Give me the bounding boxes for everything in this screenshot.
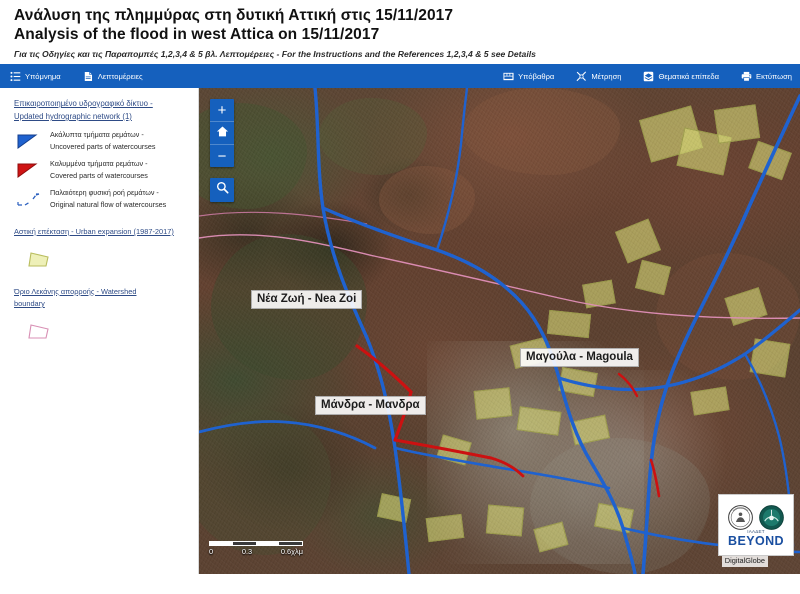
scale-bar-labels: 0 0.3 0.6χλμ — [209, 547, 303, 556]
map-viewport[interactable]: + − Νέα Ζωή - Nea Zoi Μαγούλα - Magoula — [199, 88, 800, 574]
pink-polygon-swatch-icon — [26, 320, 54, 342]
legend-section-urban-expansion: Αστική επέκταση - Urban expansion (1987-… — [14, 226, 190, 270]
map-label-magoula: Μαγούλα - Magoula — [520, 348, 639, 367]
toolbar-left-group: Υπόμνημα Λεπτομέρειες — [10, 64, 165, 88]
page-title-greek: Ανάλυση της πλημμύρας στη δυτική Αττική … — [14, 7, 454, 24]
scale-tick-0: 0 — [209, 547, 214, 556]
toolbar-button-print[interactable]: Εκτύπωση — [741, 71, 792, 82]
home-button[interactable] — [210, 121, 234, 144]
toolbar-button-details-label: Λεπτομέρειες — [97, 71, 143, 81]
watercourse-uncovered-line — [321, 206, 637, 574]
basemap-icon — [503, 71, 514, 82]
print-icon — [741, 71, 752, 82]
document-icon — [83, 70, 94, 82]
watercourse-uncovered-line — [313, 88, 411, 574]
toolbar-button-basemaps[interactable]: Υπόβαθρα — [503, 71, 554, 82]
map-label-nea-zoi: Νέα Ζωή - Nea Zoi — [251, 290, 363, 309]
map-scale-bar: 0 0.3 0.6χλμ — [209, 541, 303, 556]
measure-icon — [576, 71, 587, 82]
toolbar-button-thematic-layers[interactable]: Θεματικά επίπεδα — [643, 71, 719, 82]
blue-flag-swatch-icon — [16, 131, 42, 151]
home-icon — [216, 125, 229, 141]
legend-label-gr: Καλυμμένα τμήματα ρεμάτων - — [50, 159, 148, 168]
institution-seals — [727, 504, 785, 531]
map-vector-overlay — [199, 88, 800, 574]
legend-label-en: Original natural flow of watercourses — [50, 199, 167, 209]
legend-item-covered-watercourses: Καλυμμένα τμήματα ρεμάτων - Covered part… — [16, 158, 190, 181]
toolbar-button-measure-label: Μέτρηση — [591, 71, 622, 81]
legend-heading: Επικαιροποιημένο υδρογραφικό δίκτυο - Up… — [14, 97, 190, 123]
main-toolbar: Υπόμνημα Λεπτομέρειες Υπόβαθρα Μέτρηση Θ… — [0, 64, 800, 88]
flood-analysis-map-app: Ανάλυση της πλημμύρας στη δυτική Αττική … — [0, 0, 800, 594]
legend-label-en: Covered parts of watercourses — [50, 170, 148, 180]
watershed-title-line1: Όριο Λεκάνης απορροής - Watershed — [14, 286, 137, 296]
legend-item-original-natural-flow-text: Παλαιότερη φυσική ροή ρεμάτων - Original… — [50, 187, 166, 210]
map-attribution: DigitalGlobe — [721, 555, 768, 567]
toolbar-right-group: Υπόβαθρα Μέτρηση Θεματικά επίπεδα Εκτύπω… — [503, 64, 792, 88]
legend-heading-line1: Επικαιροποιημένο υδρογραφικό δίκτυο - — [14, 99, 153, 108]
legend-section-watershed-boundary-title: Όριο Λεκάνης απορροής - Watershed bounda… — [14, 286, 190, 311]
toolbar-button-basemaps-label: Υπόβαθρα — [518, 71, 555, 81]
legend-panel: Επικαιροποιημένο υδρογραφικό δίκτυο - Up… — [0, 88, 199, 574]
yellow-polygon-swatch-icon — [26, 248, 54, 270]
legend-list-icon — [10, 71, 21, 82]
toolbar-button-print-label: Εκτύπωση — [756, 71, 792, 81]
search-icon — [216, 181, 229, 199]
map-label-mandra: Μάνδρα - Μανδρα — [315, 396, 426, 415]
legend-item-covered-watercourses-text: Καλυμμένα τμήματα ρεμάτων - Covered part… — [50, 158, 148, 181]
legend-item-uncovered-watercourses-text: Ακάλυπτα τμήματα ρεμάτων - Uncovered par… — [50, 129, 155, 152]
page-title-english: Analysis of the flood in west Attica on … — [14, 26, 380, 43]
red-flag-swatch-icon — [16, 160, 42, 180]
noa-seal-icon — [727, 504, 754, 531]
watercourse-uncovered-line — [393, 446, 611, 490]
beyond-logo-box: ΙΑΑΔΕΤ BEYOND — [718, 494, 794, 556]
layers-icon — [643, 71, 654, 82]
page-header: Ανάλυση της πλημμύρας στη δυτική Αττική … — [0, 0, 800, 64]
beyond-wordmark: BEYOND — [728, 534, 784, 548]
legend-item-original-natural-flow: Παλαιότερη φυσική ροή ρεμάτων - Original… — [16, 187, 190, 210]
toolbar-button-details[interactable]: Λεπτομέρειες — [83, 70, 143, 82]
toolbar-button-legend-label: Υπόμνημα — [25, 71, 61, 81]
watercourse-covered-line — [393, 438, 493, 460]
legend-section-watershed-boundary: Όριο Λεκάνης απορροής - Watershed bounda… — [14, 286, 190, 342]
legend-label-gr: Παλαιότερη φυσική ροή ρεμάτων - — [50, 188, 159, 197]
toolbar-button-legend[interactable]: Υπόμνημα — [10, 71, 61, 82]
watercourse-uncovered-line — [435, 88, 469, 252]
zoom-in-button[interactable]: + — [210, 99, 234, 121]
legend-label-gr: Ακάλυπτα τμήματα ρεμάτων - — [50, 130, 144, 139]
scale-bar-graphic — [209, 541, 303, 546]
watershed-boundary-line — [199, 211, 368, 225]
legend-heading-line2: Updated hydrographic network (1) — [14, 112, 132, 121]
legend-item-uncovered-watercourses: Ακάλυπτα τμήματα ρεμάτων - Uncovered par… — [16, 129, 190, 152]
watercourse-covered-line — [617, 372, 639, 398]
legend-section-urban-expansion-title: Αστική επέκταση - Urban expansion (1987-… — [14, 227, 174, 236]
dashed-line-swatch-icon — [16, 189, 42, 209]
iaadet-seal-icon — [758, 504, 785, 531]
toolbar-button-measure[interactable]: Μέτρηση — [576, 71, 621, 82]
footer-strip — [0, 574, 800, 594]
watershed-title-line2: boundary — [14, 299, 45, 308]
scale-tick-1: 0.3 — [241, 547, 253, 556]
toolbar-button-thematic-layers-label: Θεματικά επίπεδα — [658, 71, 719, 81]
watercourse-uncovered-line — [199, 420, 377, 450]
watercourse-covered-line — [649, 458, 661, 498]
map-search-button[interactable] — [210, 178, 234, 202]
scale-tick-2: 0.6χλμ — [280, 547, 303, 556]
zoom-control-group[interactable]: + − — [210, 99, 234, 167]
legend-label-en: Uncovered parts of watercourses — [50, 141, 156, 151]
zoom-out-button[interactable]: − — [210, 144, 234, 167]
page-subtitle: Για τις Οδηγίες και τις Παραπομπές 1,2,3… — [14, 49, 536, 59]
